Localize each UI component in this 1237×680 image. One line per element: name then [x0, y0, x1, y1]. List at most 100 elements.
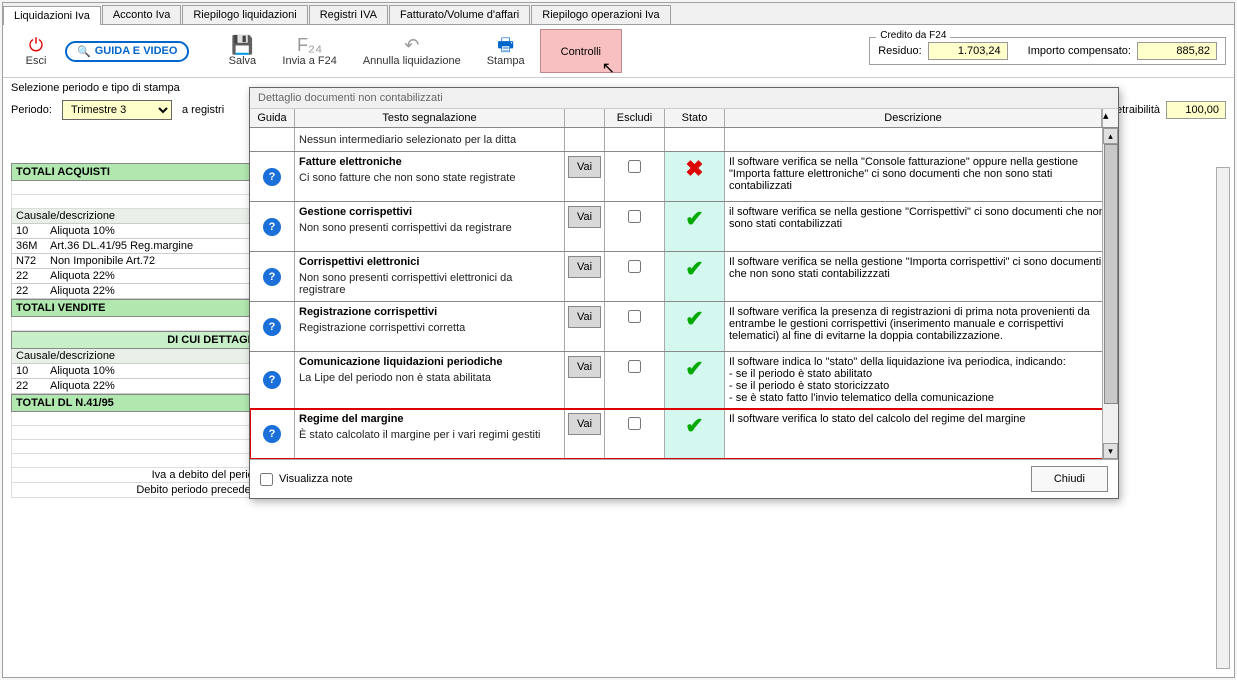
guida-video-button[interactable]: 🔍 GUIDA E VIDEO [65, 41, 189, 62]
stampa-button[interactable]: 🖶 Stampa [476, 30, 536, 72]
tab-riepilogo-operazioni-iva[interactable]: Riepilogo operazioni Iva [531, 5, 670, 24]
detr-value: 100,00 [1166, 101, 1226, 119]
check-icon: ✔ [685, 356, 703, 382]
annulla-label: Annulla liquidazione [363, 55, 461, 67]
tab-registri-iva[interactable]: Registri IVA [309, 5, 388, 24]
grid-row: 36MArt.36 DL.41/95 Reg.margine [11, 239, 271, 254]
check-icon: ✔ [685, 306, 703, 332]
col-guida-header: Guida [250, 109, 295, 127]
scroll-up-button[interactable]: ▴ [1103, 128, 1118, 144]
causale-header: Causale/descrizione [11, 209, 271, 224]
dialog-row: ? Gestione corrispettivi Non sono presenti… [250, 202, 1118, 252]
row-title: Gestione corrispettivi [299, 206, 560, 218]
toolbar: ⏻ Esci 🔍 GUIDA E VIDEO 💾 Salva F₂₄ Invia… [3, 25, 1234, 78]
row-desc: Il software verifica lo stato del calcol… [725, 409, 1118, 458]
salva-label: Salva [229, 55, 257, 67]
grid-row: 22Aliquota 22% [11, 269, 271, 284]
row-title: Comunicazione liquidazioni periodiche [299, 356, 560, 368]
row-desc: il software verifica se nella gestione "… [725, 202, 1118, 251]
a-registri-label: a registri [182, 104, 224, 116]
help-icon[interactable]: ? [263, 425, 281, 443]
dialog-header-row: Guida Testo segnalazione Escludi Stato D… [250, 109, 1118, 128]
row-sub: Registrazione corrispettivi corretta [299, 322, 560, 334]
scroll-down-button[interactable]: ▾ [1103, 443, 1118, 459]
tab-acconto-iva[interactable]: Acconto Iva [102, 5, 181, 24]
chiudi-button[interactable]: Chiudi [1031, 466, 1108, 492]
debito-prec-label: Debito periodo precedente [11, 483, 271, 498]
invia-f24-button[interactable]: F₂₄ Invia a F24 [271, 30, 347, 72]
grid-row: 22Aliquota 22% [11, 379, 271, 394]
tab-riepilogo-liquidazioni[interactable]: Riepilogo liquidazioni [182, 5, 307, 24]
row-sub: È stato calcolato il margine per i vari … [299, 429, 560, 441]
escludi-checkbox[interactable] [628, 160, 641, 173]
help-icon[interactable]: ? [263, 168, 281, 186]
totali-acquisti-header: TOTALI ACQUISTI [11, 163, 271, 181]
sel-title: Selezione periodo e tipo di stampa [11, 82, 180, 94]
row-title: Registrazione corrispettivi [299, 306, 560, 318]
salva-button[interactable]: 💾 Salva [217, 30, 267, 72]
row-desc: Il software verifica la presenza di regi… [725, 302, 1118, 351]
check-icon: ✔ [685, 206, 703, 232]
guida-video-label: GUIDA E VIDEO [95, 45, 178, 57]
row-desc: Il software verifica se nella "Console f… [725, 152, 1118, 201]
di-cui-header: DI CUI DETTAGLIO [11, 331, 271, 349]
escludi-checkbox[interactable] [628, 360, 641, 373]
visualizza-note-checkbox[interactable]: Visualizza note [260, 473, 353, 486]
periodo-select[interactable]: Trimestre 3 [62, 100, 172, 120]
row-sub: Non sono presenti corrispettivi da regis… [299, 222, 560, 234]
window-scrollbar[interactable] [1216, 167, 1230, 669]
col-desc-header: Descrizione [725, 109, 1102, 127]
cursor-icon: ↖ [602, 58, 615, 78]
escludi-checkbox[interactable] [628, 210, 641, 223]
col-escludi-header: Escludi [605, 109, 665, 127]
help-icon[interactable]: ? [263, 268, 281, 286]
controlli-button[interactable]: Controlli ↖ [540, 29, 622, 73]
esci-button[interactable]: ⏻ Esci [11, 30, 61, 72]
help-icon[interactable]: ? [263, 318, 281, 336]
dialog-scrollbar[interactable]: ▴ ▾ [1102, 128, 1118, 459]
scroll-thumb[interactable] [1104, 144, 1118, 404]
residuo-value: 1.703,24 [928, 42, 1008, 60]
escludi-checkbox[interactable] [628, 310, 641, 323]
vai-button[interactable]: Vai [568, 306, 601, 328]
visualizza-note-input[interactable] [260, 473, 273, 486]
dialog-row: ? Registrazione corrispettivi Registrazion… [250, 302, 1118, 352]
row-sub: La Lipe del periodo non è stata abilitat… [299, 372, 560, 384]
check-icon: ✔ [685, 413, 703, 439]
vai-button[interactable]: Vai [568, 413, 601, 435]
row-title: Regime del margine [299, 413, 560, 425]
col-stato-header: Stato [665, 109, 725, 127]
residuo-label: Residuo: [878, 45, 921, 57]
dialog-footer: Visualizza note Chiudi [250, 459, 1118, 498]
help-icon[interactable]: ? [263, 218, 281, 236]
vai-button[interactable]: Vai [568, 256, 601, 278]
grid-row: 10Aliquota 10% [11, 364, 271, 379]
escludi-checkbox[interactable] [628, 417, 641, 430]
vai-button[interactable]: Vai [568, 156, 601, 178]
vai-button[interactable]: Vai [568, 356, 601, 378]
scroll-up-icon[interactable]: ▴ [1102, 109, 1118, 127]
tab-bar: Liquidazioni IvaAcconto IvaRiepilogo liq… [3, 3, 1234, 25]
row-sub: Non sono presenti corrispettivi elettron… [299, 272, 560, 296]
dialog-row: ?Corrispettivi elettroniciNon sono prese… [250, 252, 1118, 302]
controlli-label: Controlli [561, 46, 601, 58]
row-sub: Ci sono fatture che non sono state regis… [299, 172, 560, 184]
tab-liquidazioni-iva[interactable]: Liquidazioni Iva [3, 6, 101, 25]
first-row-text: Nessun intermediario selezionato per la … [299, 134, 560, 146]
grid-row: 10Aliquota 10% [11, 224, 271, 239]
print-icon: 🖶 [497, 35, 514, 55]
row-title: Fatture elettroniche [299, 156, 560, 168]
vai-button[interactable]: Vai [568, 206, 601, 228]
dialog-row: ? Regime del margine È stato calcolato il … [250, 409, 1118, 459]
escludi-checkbox[interactable] [628, 260, 641, 273]
grid-row: N72Non Imponibile Art.72 [11, 254, 271, 269]
annulla-button[interactable]: ↶ Annulla liquidazione [352, 30, 472, 72]
dialog-row-intro: Nessun intermediario selezionato per la … [250, 128, 1118, 152]
f24-icon: F₂₄ [297, 35, 322, 55]
tab-fatturato-volume-d-affari[interactable]: Fatturato/Volume d'affari [389, 5, 530, 24]
credito-legend: Credito da F24 [876, 30, 950, 41]
help-icon[interactable]: ? [263, 371, 281, 389]
row-desc: Il software verifica se nella gestione "… [725, 252, 1118, 301]
dialog-row: ? Comunicazione liquidazioni periodiche La… [250, 352, 1118, 409]
undo-icon: ↶ [404, 35, 419, 55]
